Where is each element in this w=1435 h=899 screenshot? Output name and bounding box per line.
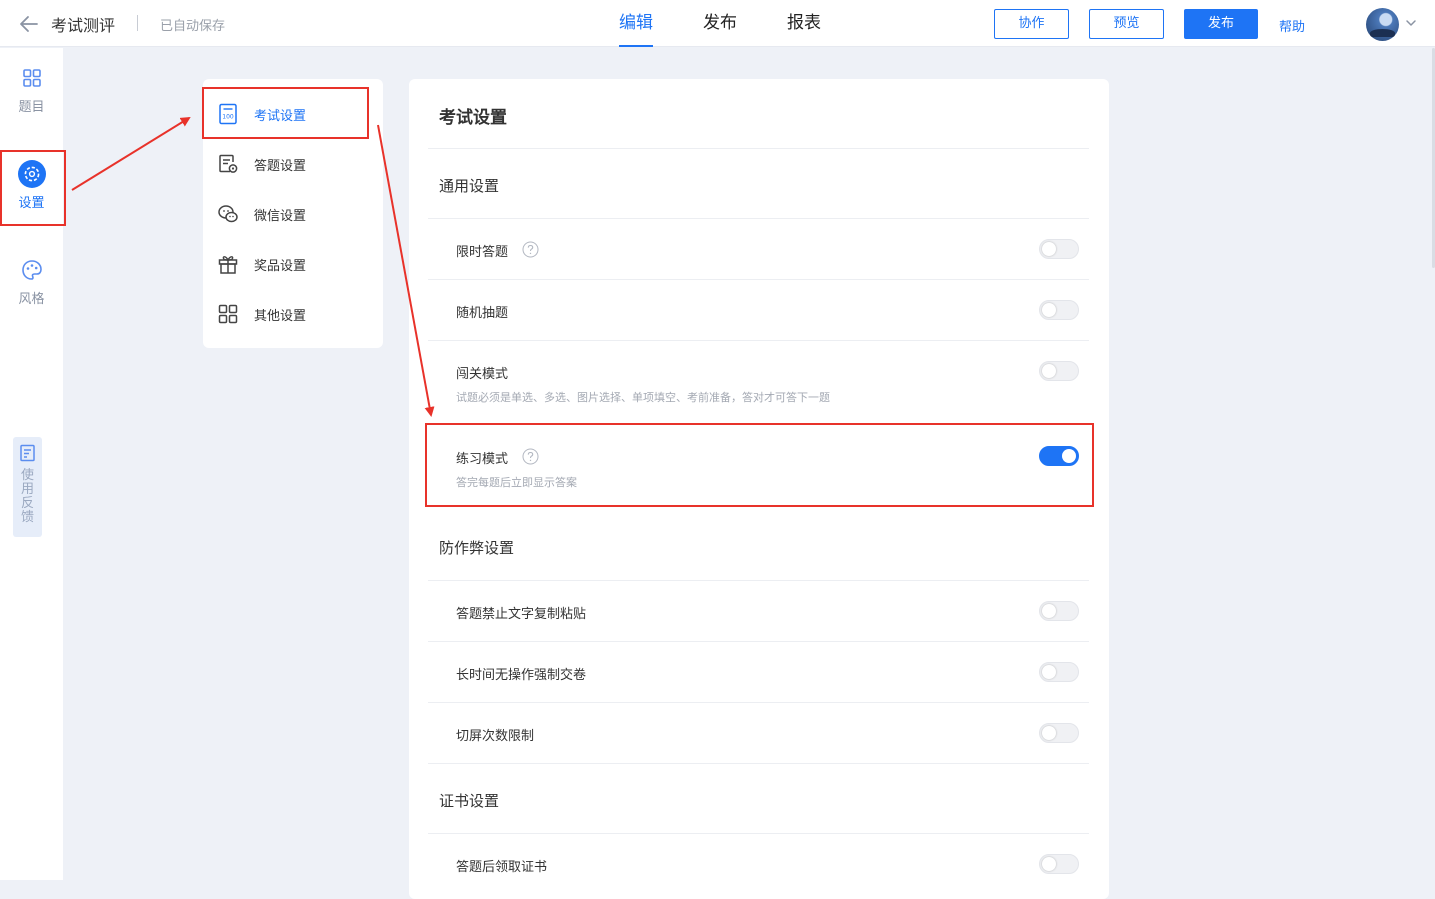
- arrow-left-icon[interactable]: [18, 13, 40, 35]
- divider: [428, 580, 1089, 581]
- wechat-icon: [218, 205, 238, 223]
- sidebar-item-style[interactable]: 风格: [0, 255, 63, 307]
- collaborate-button[interactable]: 协作: [994, 9, 1069, 39]
- section-title-anti-cheat: 防作弊设置: [439, 539, 515, 557]
- toggle-knob: [1042, 364, 1056, 378]
- tab-edit[interactable]: 编辑: [619, 0, 653, 47]
- toggle-knob: [1042, 857, 1056, 871]
- answer-settings-icon: [219, 154, 238, 173]
- divider: [428, 148, 1089, 149]
- apps-icon: [218, 304, 238, 324]
- feedback-tab[interactable]: 使用反馈: [13, 437, 42, 537]
- toggle-random-questions[interactable]: [1039, 300, 1079, 320]
- avatar[interactable]: [1366, 8, 1399, 41]
- toggle-knob: [1042, 726, 1056, 740]
- toggle-timed-answer[interactable]: [1039, 239, 1079, 259]
- submenu-item-wechat-settings[interactable]: 微信设置: [203, 189, 383, 239]
- divider: [428, 340, 1089, 341]
- main-tabs: 编辑 发布 报表: [619, 0, 871, 47]
- divider: [428, 763, 1089, 764]
- help-link[interactable]: 帮助: [1279, 16, 1305, 35]
- toggle-no-copy-paste[interactable]: [1039, 601, 1079, 621]
- divider: [428, 702, 1089, 703]
- app-title: 考试测评: [51, 16, 116, 35]
- submenu-label: 其他设置: [254, 308, 307, 324]
- annotation-box-exam-settings: [202, 87, 369, 139]
- toggle-switch-limit[interactable]: [1039, 723, 1079, 743]
- divider: [428, 641, 1089, 642]
- grid-icon: [22, 69, 41, 87]
- toggle-knob: [1042, 665, 1056, 679]
- sidebar-item-label: 题目: [18, 100, 45, 115]
- setting-label-idle-submit: 长时间无操作强制交卷: [456, 668, 587, 683]
- toggle-claim-certificate[interactable]: [1039, 854, 1079, 874]
- setting-label-claim-certificate: 答题后领取证书: [456, 860, 548, 875]
- setting-label-timed-answer: 限时答题: [456, 245, 509, 260]
- toggle-idle-submit[interactable]: [1039, 662, 1079, 682]
- top-bar: 考试测评 已自动保存 编辑 发布 报表 协作 预览 发布 帮助: [0, 0, 1435, 47]
- submenu-label: 微信设置: [254, 208, 307, 224]
- submenu-item-other-settings[interactable]: 其他设置: [203, 289, 383, 339]
- question-circle-icon[interactable]: [522, 241, 539, 258]
- setting-desc-level-mode: 试题必须是单选、多选、图片选择、单项填空、考前准备，答对才可答下一题: [456, 391, 830, 404]
- annotation-arrow-to-submenu: [71, 116, 191, 191]
- setting-label-switch-limit: 切屏次数限制: [456, 729, 535, 744]
- submenu-label: 答题设置: [254, 158, 307, 174]
- feedback-label: 使用反馈: [20, 468, 34, 525]
- setting-label-random-questions: 随机抽题: [456, 306, 509, 321]
- divider: [428, 279, 1089, 280]
- chevron-down-icon[interactable]: [1404, 16, 1418, 30]
- toggle-knob: [1042, 242, 1056, 256]
- panel-title: 考试设置: [439, 108, 507, 128]
- annotation-box-practice-mode: [425, 423, 1094, 507]
- toggle-knob: [1042, 604, 1056, 618]
- palette-icon: [21, 260, 42, 280]
- divider: [428, 218, 1089, 219]
- submenu-item-answer-settings[interactable]: 答题设置: [203, 139, 383, 189]
- publish-button[interactable]: 发布: [1184, 9, 1258, 39]
- annotation-box-settings: [0, 150, 66, 226]
- section-title-certificate: 证书设置: [439, 792, 500, 810]
- toggle-knob: [1042, 303, 1056, 317]
- preview-button[interactable]: 预览: [1089, 9, 1164, 39]
- gift-icon: [218, 256, 238, 274]
- save-status: 已自动保存: [160, 19, 226, 34]
- feedback-edit-icon: [19, 444, 35, 462]
- setting-label-level-mode: 闯关模式: [456, 367, 509, 382]
- sidebar-item-label: 风格: [18, 292, 45, 307]
- submenu-item-prize-settings[interactable]: 奖品设置: [203, 239, 383, 289]
- title-divider: [137, 15, 138, 31]
- divider: [428, 833, 1089, 834]
- tab-publish[interactable]: 发布: [703, 0, 737, 47]
- setting-label-no-copy-paste: 答题禁止文字复制粘贴: [456, 607, 587, 622]
- submenu-label: 奖品设置: [254, 258, 307, 274]
- section-title-general: 通用设置: [439, 177, 500, 195]
- sidebar-item-questions[interactable]: 题目: [0, 63, 63, 115]
- toggle-level-mode[interactable]: [1039, 361, 1079, 381]
- tab-report[interactable]: 报表: [787, 0, 821, 47]
